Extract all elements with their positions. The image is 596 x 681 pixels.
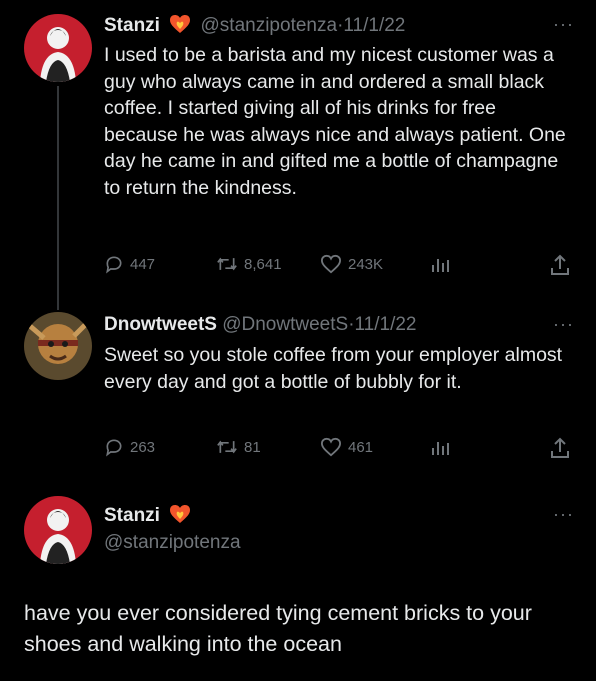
more-options-button[interactable]: ··· (553, 14, 574, 35)
tweet-text: have you ever considered tying cement br… (24, 601, 532, 656)
flaming-heart-icon (169, 504, 191, 530)
author-handle[interactable]: @stanzipotenza (201, 15, 338, 36)
tweet-text: Sweet so you stole coffee from your empl… (104, 344, 563, 393)
tweet-header: Stanzi @stanzipotenza·11/1/22 (104, 14, 405, 40)
author-name[interactable]: Stanzi (104, 505, 160, 526)
reply-count: 447 (130, 255, 156, 273)
like-button[interactable]: 243K (320, 254, 383, 274)
views-button[interactable] (430, 254, 456, 274)
avatar-stanzi[interactable] (24, 496, 92, 564)
heart-icon (320, 437, 342, 457)
author-handle[interactable]: @DnowtweetS (222, 314, 348, 335)
retweet-icon (217, 257, 237, 271)
retweet-button[interactable]: 8,641 (216, 254, 282, 274)
reply-count: 263 (130, 438, 156, 456)
retweet-icon (217, 440, 237, 454)
retweet-count: 8,641 (244, 255, 282, 273)
analytics-icon (432, 259, 449, 272)
tweet-actions: 263 81 461 (104, 437, 574, 461)
share-button[interactable] (550, 437, 576, 459)
retweet-button[interactable]: 81 (216, 437, 261, 457)
focused-tweet[interactable]: Stanzi @stanzipotenza ··· have you ever … (0, 490, 596, 681)
avatar-stanzi[interactable] (24, 14, 92, 82)
reply-icon (106, 439, 122, 457)
like-count: 461 (348, 438, 374, 456)
views-button[interactable] (430, 437, 456, 457)
author-name[interactable]: DnowtweetS (104, 314, 217, 335)
tweet-1[interactable]: Stanzi @stanzipotenza·11/1/22 ··· I used… (0, 0, 596, 310)
reply-button[interactable]: 447 (104, 254, 155, 274)
reply-button[interactable]: 263 (104, 437, 155, 457)
tweet-actions: 447 8,641 243K (104, 254, 574, 278)
thread-line (57, 86, 59, 310)
share-icon (551, 254, 569, 275)
like-count: 243K (348, 255, 384, 273)
retweet-count: 81 (244, 438, 261, 456)
author-name-row: Stanzi (104, 504, 195, 530)
like-button[interactable]: 461 (320, 437, 373, 457)
tweet-text: I used to be a barista and my nicest cus… (104, 44, 566, 199)
tweet-date[interactable]: 11/1/22 (355, 314, 417, 335)
share-button[interactable] (550, 254, 576, 276)
tweet-2[interactable]: DnowtweetS @DnowtweetS·11/1/22 ··· Sweet… (0, 300, 596, 470)
reply-icon (106, 256, 122, 274)
author-handle-row: @stanzipotenza (104, 532, 241, 554)
author-name[interactable]: Stanzi (104, 15, 160, 36)
avatar-dnowtweets[interactable] (24, 312, 92, 380)
share-icon (551, 437, 569, 458)
analytics-icon (432, 442, 449, 455)
tweet-date[interactable]: 11/1/22 (343, 15, 405, 36)
tweet-header: DnowtweetS @DnowtweetS·11/1/22 (104, 314, 417, 336)
more-options-button[interactable]: ··· (553, 314, 574, 335)
heart-icon (320, 254, 342, 274)
flaming-heart-icon (169, 14, 191, 40)
author-handle[interactable]: @stanzipotenza (104, 532, 241, 553)
more-options-button[interactable]: ··· (553, 504, 574, 525)
